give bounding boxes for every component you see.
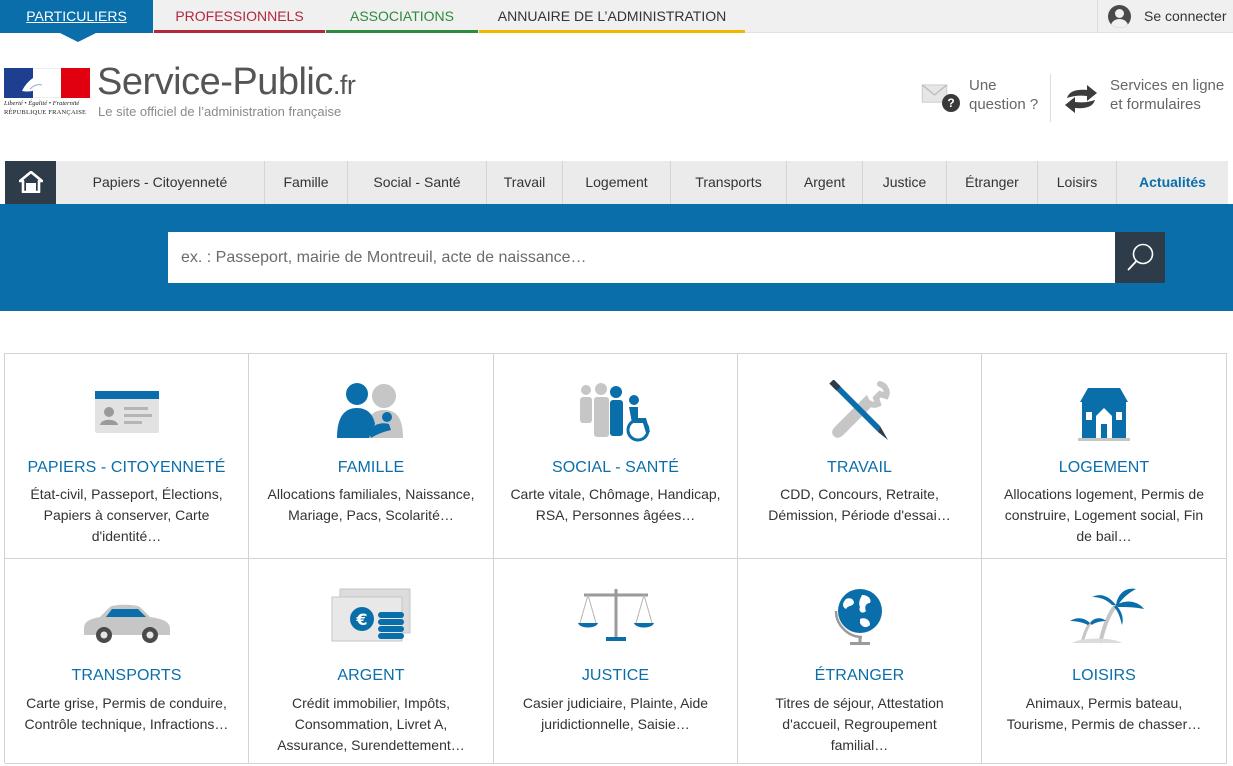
nav-famille[interactable]: Famille [265, 161, 348, 204]
theme-desc: Carte vitale, Chômage, Handicap, RSA, Pe… [510, 486, 721, 523]
online-services-link[interactable]: Services en ligne et formulaires [1058, 74, 1233, 124]
euro-coins-icon: € [249, 585, 493, 649]
exchange-arrows-icon [1065, 85, 1097, 113]
header-divider [1050, 74, 1051, 122]
question-line1: Une [969, 77, 997, 94]
theme-desc: Animaux, Permis bateau, Tourisme, Permis… [1006, 695, 1202, 732]
pen-wrench-icon [738, 380, 981, 444]
nav-actualites[interactable]: Actualités [1117, 161, 1228, 204]
services-line1: Services en ligne [1110, 77, 1225, 94]
search-band [0, 204, 1233, 311]
audience-bar: PARTICULIERS PROFESSIONNELS ASSOCIATIONS… [0, 0, 1233, 42]
active-tab-caret [60, 33, 96, 42]
theme-desc: État-civil, Passeport, Élections, Papier… [30, 486, 223, 544]
marianne-logo[interactable] [4, 68, 90, 98]
theme-desc: CDD, Concours, Retraite, Démission, Péri… [768, 486, 951, 523]
theme-title: TRANSPORTS [71, 667, 182, 684]
theme-desc: Allocations logement, Permis de construi… [1004, 486, 1204, 544]
theme-desc: Carte grise, Permis de conduire, Contrôl… [24, 695, 229, 732]
nav-etranger[interactable]: Étranger [947, 161, 1038, 204]
nav-papiers[interactable]: Papiers - Citoyenneté [56, 161, 265, 204]
theme-title: JUSTICE [581, 667, 650, 684]
theme-tile-loisirs[interactable]: LOISIRS Animaux, Permis bateau, Tourisme… [982, 559, 1227, 764]
family-icon [249, 380, 493, 444]
theme-tile-argent[interactable]: € ARGENT Crédit immobilier, Impôts, Cons… [249, 559, 494, 764]
nav-social-sante[interactable]: Social - Santé [348, 161, 487, 204]
login-label: Se connecter [1144, 8, 1227, 24]
theme-title: LOGEMENT [1058, 459, 1150, 476]
home-button[interactable] [5, 161, 56, 204]
scales-icon [494, 585, 737, 649]
theme-tile-justice[interactable]: JUSTICE Casier judiciaire, Plainte, Aide… [494, 559, 738, 764]
nav-transports[interactable]: Transports [671, 161, 787, 204]
tab-particuliers-label: PARTICULIERS [26, 8, 127, 24]
theme-desc: Crédit immobilier, Impôts, Consommation,… [277, 695, 465, 753]
theme-tile-transports[interactable]: TRANSPORTS Carte grise, Permis de condui… [5, 559, 249, 764]
main-nav: Papiers - Citoyenneté Famille Social - S… [5, 161, 1228, 204]
tab-professionnels[interactable]: PROFESSIONNELS [154, 0, 325, 33]
republic-name: RÉPUBLIQUE FRANÇAISE [4, 109, 87, 116]
home-icon [19, 171, 43, 193]
theme-title: LOISIRS [1072, 667, 1136, 684]
theme-desc: Casier judiciaire, Plainte, Aide juridic… [522, 695, 709, 732]
theme-title: SOCIAL - SANTÉ [551, 459, 680, 476]
question-line2: question ? [969, 96, 1039, 113]
republic-motto: Liberté • Égalité • Fraternité [4, 100, 80, 107]
tab-associations[interactable]: ASSOCIATIONS [326, 0, 478, 33]
search-button[interactable] [1115, 232, 1165, 283]
theme-title: PAPIERS - CITOYENNETÉ [27, 459, 226, 476]
theme-title: TRAVAIL [826, 459, 892, 476]
svg-text:€: € [355, 610, 367, 629]
theme-tile-social-sante[interactable]: SOCIAL - SANTÉ Carte vitale, Chômage, Ha… [494, 354, 738, 559]
site-tagline: Le site officiel de l’administration fra… [98, 104, 342, 119]
nav-logement[interactable]: Logement [563, 161, 671, 204]
search-icon [1127, 243, 1154, 271]
car-icon [5, 585, 248, 649]
user-icon [1108, 5, 1131, 28]
nav-travail[interactable]: Travail [487, 161, 563, 204]
theme-tile-papiers[interactable]: PAPIERS - CITOYENNETÉ État-civil, Passep… [5, 354, 249, 559]
services-line2: et formulaires [1110, 96, 1201, 113]
globe-icon [738, 585, 981, 649]
theme-title: ARGENT [337, 667, 405, 684]
login-link[interactable]: Se connecter [1097, 0, 1233, 33]
site-brand-name: Service-Public [97, 61, 333, 103]
theme-desc: Allocations familiales, Naissance, Maria… [267, 486, 475, 523]
site-brand-tld: .fr [332, 70, 356, 100]
theme-tile-etranger[interactable]: ÉTRANGER Titres de séjour, Attestation d… [738, 559, 982, 764]
search-input[interactable] [168, 232, 1115, 283]
tab-annuaire[interactable]: ANNUAIRE DE L’ADMINISTRATION [479, 0, 745, 33]
tab-particuliers[interactable]: PARTICULIERS [0, 0, 153, 42]
theme-title: ÉTRANGER [814, 667, 905, 684]
house-icon [982, 380, 1226, 444]
nav-justice[interactable]: Justice [863, 161, 947, 204]
nav-argent[interactable]: Argent [787, 161, 863, 204]
theme-tile-travail[interactable]: TRAVAIL CDD, Concours, Retraite, Démissi… [738, 354, 982, 559]
site-brand[interactable]: Service-Public.fr [97, 61, 356, 105]
id-card-icon [5, 380, 248, 444]
palm-tree-icon [982, 585, 1226, 649]
theme-tile-logement[interactable]: LOGEMENT Allocations logement, Permis de… [982, 354, 1227, 559]
theme-grid: PAPIERS - CITOYENNETÉ État-civil, Passep… [4, 353, 1227, 764]
theme-desc: Titres de séjour, Attestation d'accueil,… [775, 695, 944, 753]
nav-loisirs[interactable]: Loisirs [1038, 161, 1117, 204]
question-mark-icon: ? [942, 94, 960, 112]
theme-title: FAMILLE [337, 459, 405, 476]
question-link[interactable]: ? Une question ? [918, 74, 1050, 124]
wheelchair-icon [494, 380, 737, 444]
theme-tile-famille[interactable]: FAMILLE Allocations familiales, Naissanc… [249, 354, 494, 559]
